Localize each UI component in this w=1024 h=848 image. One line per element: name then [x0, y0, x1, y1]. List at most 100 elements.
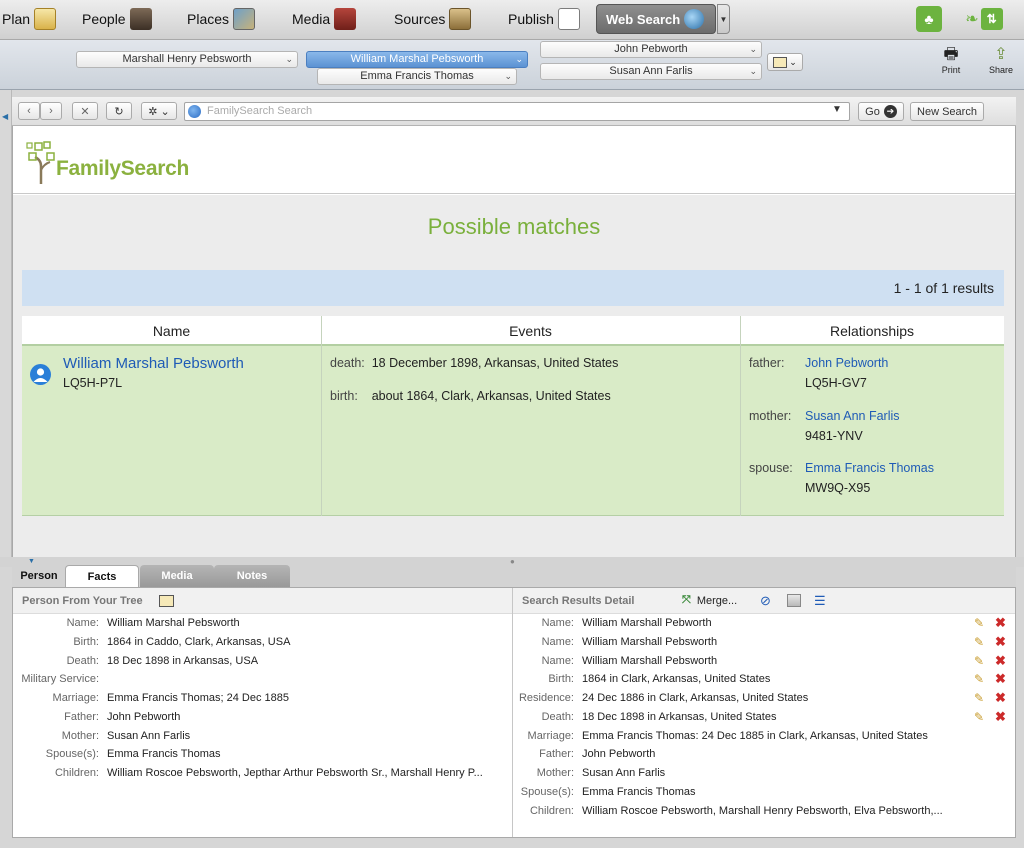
delete-icon[interactable]: ✖ [995, 634, 1006, 650]
fact-value: 1864 in Caddo, Clark, Arkansas, USA [107, 635, 291, 648]
sources-button[interactable]: Sources [394, 6, 472, 32]
web-search-label: Web Search [606, 11, 681, 27]
reload-button[interactable]: ↻ [106, 102, 132, 120]
spouse-select[interactable]: Emma Francis Thomas ⌄ [317, 68, 517, 85]
result-fact-value[interactable]: John Pebworth [582, 748, 967, 760]
edit-pencil-icon[interactable]: ✎ [974, 710, 984, 724]
edit-pencil-icon[interactable]: ✎ [974, 691, 984, 705]
fact-value: Susan Ann Farlis [107, 729, 191, 742]
right-panel-title: Search Results Detail [522, 595, 635, 607]
selected-person-select[interactable]: William Marshal Pebsworth ⌄ [306, 51, 528, 68]
places-button[interactable]: Places [187, 6, 256, 32]
plan-icon [34, 8, 57, 30]
result-fact-value[interactable]: 1864 in Clark, Arkansas, United States [582, 673, 967, 685]
go-button[interactable]: Go ➔ [858, 102, 904, 121]
father-select[interactable]: John Pebworth ⌄ [540, 41, 762, 58]
web-search-button[interactable]: Web Search [596, 4, 716, 34]
result-fact-value[interactable]: Emma Francis Thomas [582, 786, 967, 798]
result-fact-label: Birth: [548, 673, 574, 686]
stop-button[interactable]: ✕ [72, 102, 98, 120]
fact-label: Spouse(s): [45, 748, 99, 761]
result-fact-label: Name: [541, 635, 574, 648]
edit-pencil-icon[interactable]: ✎ [974, 672, 984, 686]
fact-value: Emma Francis Thomas; 24 Dec 1885 [107, 692, 289, 704]
delete-icon[interactable]: ✖ [995, 671, 1006, 687]
relationship-label: spouse: [749, 461, 793, 475]
result-fact-value[interactable]: 24 Dec 1886 in Clark, Arkansas, United S… [582, 692, 967, 704]
paternal-person-select[interactable]: Marshall Henry Pebsworth ⌄ [76, 51, 298, 68]
delete-icon[interactable]: ✖ [995, 690, 1006, 706]
result-fact-label: Mother: [536, 767, 574, 779]
sources-icon [449, 8, 472, 30]
collapse-arrow-icon: ◀ [2, 112, 9, 121]
print-button[interactable]: 🖶 Print [934, 46, 968, 82]
result-fact-value[interactable]: Emma Francis Thomas: 24 Dec 1885 in Clar… [582, 730, 967, 742]
familysearch-tree-logo-icon [26, 141, 55, 184]
result-fact-value[interactable]: 18 Dec 1898 in Arkansas, United States [582, 711, 967, 723]
person-card-button[interactable]: ⌄ [767, 53, 803, 71]
left-collapse-strip[interactable]: ◀ [0, 90, 12, 560]
edit-pencil-icon[interactable]: ✎ [974, 654, 984, 668]
globe-icon [188, 105, 201, 118]
result-fact-label: Name: [541, 617, 574, 629]
familysearch-sync-button[interactable]: ❧ ⇅ [960, 6, 1008, 32]
publish-button[interactable]: Publish [508, 6, 580, 32]
delete-icon[interactable]: ✖ [995, 709, 1006, 725]
media-button[interactable]: Media [292, 6, 357, 32]
web-search-dropdown[interactable]: ▼ [717, 4, 730, 34]
fact-label: Children: [54, 767, 99, 779]
mother-link[interactable]: Susan Ann Farlis [805, 409, 900, 423]
result-fact-value[interactable]: Susan Ann Farlis [582, 767, 967, 779]
people-button[interactable]: People [82, 6, 152, 32]
printer-icon: 🖶 [943, 46, 959, 63]
delete-icon[interactable]: ✖ [995, 653, 1006, 669]
result-fact-value[interactable]: William Marshall Pebsworth [582, 636, 967, 648]
delete-icon[interactable]: ✖ [995, 615, 1006, 631]
familysearch-logo[interactable]: FamilySearch [56, 157, 189, 181]
chevron-down-icon: ⌄ [789, 56, 797, 67]
tab-media[interactable]: Media [140, 565, 214, 587]
edit-pencil-icon[interactable]: ✎ [974, 635, 984, 649]
address-dropdown-icon[interactable]: ▼ [832, 104, 842, 115]
address-bar[interactable]: FamilySearch Search [184, 102, 850, 121]
chevron-right-icon: › [49, 105, 53, 117]
result-fact-value[interactable]: William Marshall Pebworth [582, 617, 967, 629]
fact-label: Name: [66, 617, 99, 629]
tab-notes[interactable]: Notes [214, 565, 290, 587]
result-fact-value[interactable]: William Marshall Pebsworth [582, 655, 967, 667]
plan-button[interactable]: Plan [2, 6, 57, 32]
copy-icon[interactable] [787, 594, 801, 607]
match-name-link[interactable]: William Marshal Pebsworth [63, 355, 244, 372]
edit-pencil-icon[interactable]: ✎ [974, 616, 984, 630]
new-search-button[interactable]: New Search [910, 102, 984, 121]
tab-facts[interactable]: Facts [65, 565, 139, 587]
settings-menu-button[interactable]: ✲ ⌄ [141, 102, 177, 120]
paternal-person-name: Marshall Henry Pebsworth [122, 53, 252, 65]
merge-arrows-icon: ⤧ [682, 594, 691, 606]
address-placeholder: FamilySearch Search [207, 105, 313, 117]
spouse-link[interactable]: Emma Francis Thomas [805, 461, 934, 475]
id-card-icon[interactable] [158, 595, 174, 608]
id-card-icon [773, 56, 788, 68]
result-fact-value[interactable]: William Roscoe Pebsworth, Marshall Henry… [582, 805, 967, 817]
share-button[interactable]: ⇪ Share [984, 46, 1018, 82]
tree-sync-button[interactable]: ♣ [916, 6, 942, 32]
close-icon: ✕ [80, 105, 90, 118]
list-icon[interactable]: ☰ [814, 593, 826, 609]
tab-person[interactable]: Person [14, 565, 64, 587]
unmatch-icon[interactable]: ⊘ [760, 593, 771, 609]
back-button[interactable]: ‹ [18, 102, 40, 120]
gear-icon: ✲ ⌄ [148, 105, 170, 118]
globe-search-icon [684, 9, 705, 29]
people-label: People [82, 11, 126, 27]
mother-select[interactable]: Susan Ann Farlis ⌄ [540, 63, 762, 80]
fact-label: Birth: [73, 635, 99, 648]
merge-button[interactable]: ⤧ Merge... [682, 594, 737, 607]
father-link[interactable]: John Pebworth [805, 356, 888, 370]
publish-label: Publish [508, 11, 554, 27]
fact-label: Father: [64, 710, 99, 723]
page-title: Possible matches [427, 214, 601, 239]
plan-label: Plan [2, 11, 31, 27]
event-death: death: 18 December 1898, Arkansas, Unite… [330, 356, 618, 370]
forward-button[interactable]: › [40, 102, 62, 120]
